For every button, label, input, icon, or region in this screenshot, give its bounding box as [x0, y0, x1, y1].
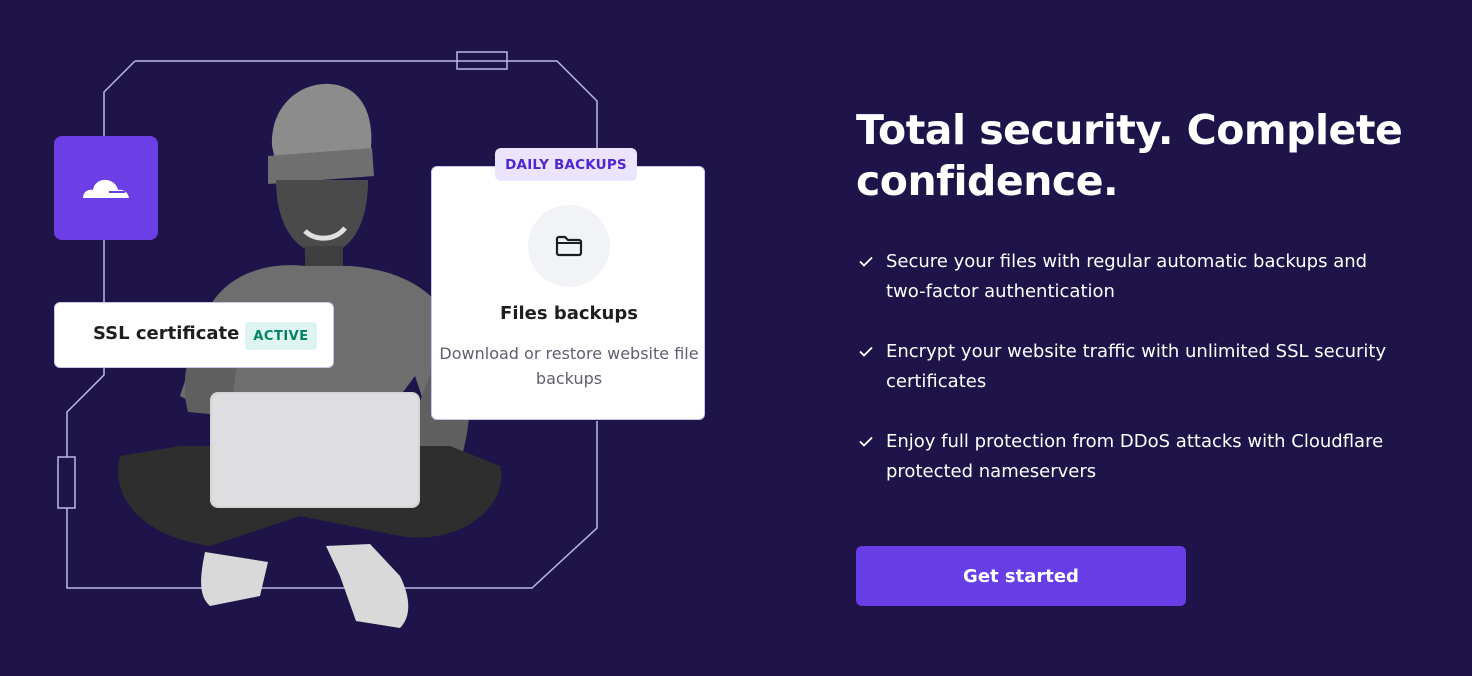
backup-title: Files backups	[500, 303, 638, 324]
check-icon	[859, 256, 873, 267]
folder-icon-wrapper	[528, 205, 610, 287]
backup-description: Download or restore website file backups	[439, 344, 699, 388]
daily-backups-badge: DAILY BACKUPS	[495, 148, 637, 181]
check-icon	[859, 436, 873, 447]
feature-item: Enjoy full protection from DDoS attacks …	[856, 427, 1406, 487]
folder-icon	[555, 235, 583, 257]
ssl-certificate-card: SSL certificate ACTIVE	[54, 302, 334, 368]
check-icon	[859, 346, 873, 357]
feature-item: Encrypt your website traffic with unlimi…	[856, 337, 1406, 397]
feature-text: Secure your files with regular automatic…	[886, 251, 1368, 302]
ssl-certificate-label: SSL certificate	[93, 323, 240, 344]
feature-text: Enjoy full protection from DDoS attacks …	[886, 431, 1384, 482]
section-headline: Total security. Complete confidence.	[856, 106, 1403, 205]
get-started-button[interactable]: Get started	[856, 546, 1186, 606]
security-section: SSL certificate ACTIVE Files backups Dow…	[0, 0, 1472, 676]
feature-text: Encrypt your website traffic with unlimi…	[886, 341, 1387, 392]
files-backup-card: Files backups Download or restore websit…	[431, 166, 705, 420]
feature-list: Secure your files with regular automatic…	[856, 247, 1436, 517]
ssl-status-badge: ACTIVE	[245, 322, 317, 350]
feature-item: Secure your files with regular automatic…	[856, 247, 1406, 307]
